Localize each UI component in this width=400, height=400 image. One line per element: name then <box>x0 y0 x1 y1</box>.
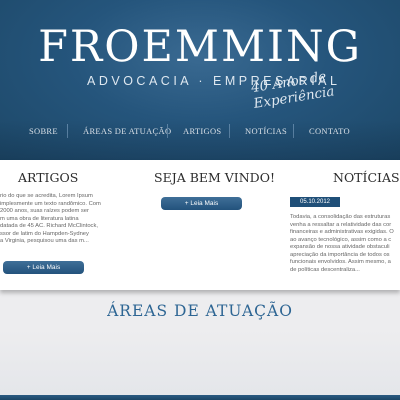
nav-divider <box>167 124 168 138</box>
nav-item-contato[interactable]: CONTATO <box>309 120 350 142</box>
welcome-title: SEJA BEM VINDO! <box>154 170 275 185</box>
nav-divider <box>229 124 230 138</box>
nav-item-artigos[interactable]: ARTIGOS <box>183 120 221 142</box>
nav-divider <box>293 124 294 138</box>
news-date-badge: 05.10.2012 <box>290 197 340 207</box>
logo-title[interactable]: FROEMMING <box>0 24 400 70</box>
welcome-read-more-button[interactable]: + Leia Mais <box>161 197 242 210</box>
nav-divider <box>67 124 68 138</box>
bottom-strip <box>0 395 400 400</box>
nav-item-areas[interactable]: ÁREAS DE ATUAÇÃO <box>83 120 171 142</box>
noticias-title: NOTÍCIAS <box>333 170 400 185</box>
header: FROEMMING ADVOCACIA · EMPRESARIAL 40 Ano… <box>0 0 400 160</box>
page: FROEMMING ADVOCACIA · EMPRESARIAL 40 Ano… <box>0 0 400 400</box>
areas-section <box>0 330 400 395</box>
news-excerpt: Todavia, a consolidação das estruturas v… <box>290 214 394 273</box>
artigos-excerpt: rio do que se acredita, Lorem Ipsum impl… <box>0 193 101 244</box>
artigos-read-more-button[interactable]: + Leia Mais <box>3 261 84 274</box>
nav-item-noticias[interactable]: NOTÍCIAS <box>245 120 287 142</box>
artigos-title: ARTIGOS <box>18 170 79 185</box>
main-nav: SOBRE ÁREAS DE ATUAÇÃO ARTIGOS NOTÍCIAS … <box>0 120 400 142</box>
areas-title: ÁREAS DE ATUAÇÃO <box>107 302 293 320</box>
nav-item-sobre[interactable]: SOBRE <box>29 120 58 142</box>
